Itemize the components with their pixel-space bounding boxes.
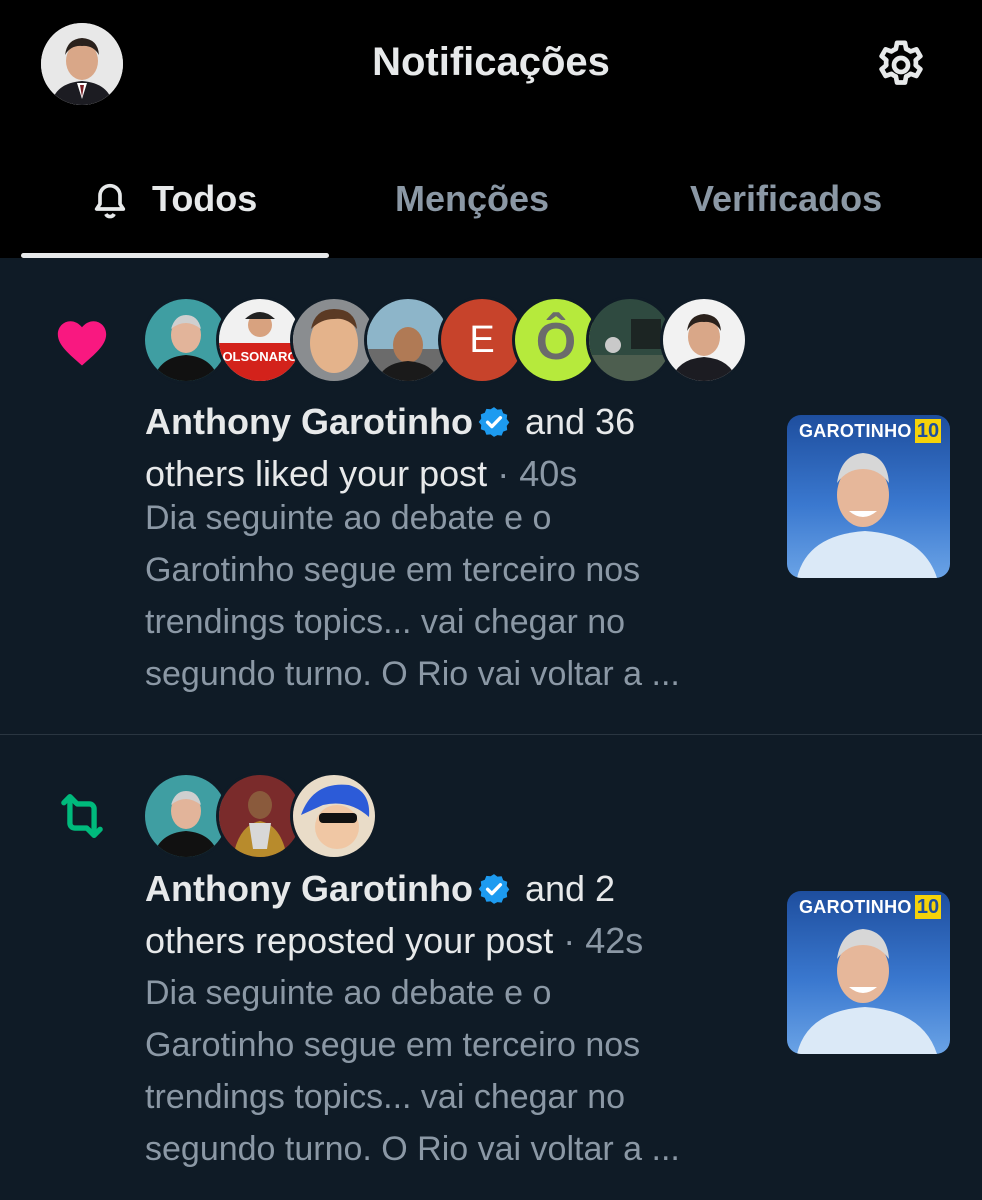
snippet-line: trendings topics... vai chegar no	[145, 1078, 626, 1116]
timestamp: · 42s	[563, 920, 644, 961]
page-title: Notificações	[372, 40, 610, 84]
avatar[interactable]	[219, 775, 301, 857]
verified-badge-icon	[477, 868, 511, 904]
actor-avatars	[145, 775, 375, 859]
post-snippet[interactable]: Dia seguinte ao debate e o Garotinho seg…	[145, 492, 765, 700]
notification-like[interactable]: OLSONARO E Ô Anthony Garotinho and 36 ot…	[0, 258, 982, 735]
post-snippet[interactable]: Dia seguinte ao debate e o Garotinho seg…	[145, 967, 765, 1175]
headline-line2: others reposted your post	[145, 920, 554, 961]
avatar[interactable]	[367, 299, 449, 381]
avatar[interactable]	[145, 299, 227, 381]
avatar-label: OLSONARO	[222, 349, 297, 364]
notification-headline: Anthony Garotinho and 36 others liked yo…	[145, 396, 765, 500]
headline-suffix: and 2	[524, 868, 616, 909]
avatar[interactable]	[589, 299, 671, 381]
tab-mencoes[interactable]: Menções	[395, 174, 549, 224]
snippet-line: segundo turno. O Rio vai voltar a ...	[145, 655, 680, 693]
actor-name[interactable]: Anthony Garotinho	[145, 401, 473, 442]
snippet-line: trendings topics... vai chegar no	[145, 603, 626, 641]
avatar[interactable]: OLSONARO	[219, 299, 301, 381]
avatar[interactable]	[293, 775, 375, 857]
avatar-initial: E	[469, 319, 495, 361]
notification-repost[interactable]: Anthony Garotinho and 2 others reposted …	[0, 735, 982, 1200]
tab-bar: Todos Menções Verificados	[0, 160, 982, 258]
top-bar: Notificações Todos Menções Verificados	[0, 0, 982, 258]
verified-badge-icon	[477, 401, 511, 437]
actor-name[interactable]: Anthony Garotinho	[145, 868, 473, 909]
post-thumbnail[interactable]: GAROTINHO 10	[787, 415, 950, 578]
thumbnail-photo	[797, 929, 937, 1054]
headline-line2: others liked your post	[145, 453, 488, 494]
avatar[interactable]	[663, 299, 745, 381]
snippet-line: Dia seguinte ao debate e o	[145, 499, 552, 537]
actor-avatars: OLSONARO E Ô	[145, 299, 745, 383]
headline-suffix: and 36	[524, 401, 636, 442]
avatar[interactable]	[145, 775, 227, 857]
avatar[interactable]: E	[441, 299, 523, 381]
snippet-line: Garotinho segue em terceiro nos	[145, 1026, 641, 1064]
tab-verificados[interactable]: Verificados	[690, 174, 882, 224]
post-thumbnail[interactable]: GAROTINHO 10	[787, 891, 950, 1054]
avatar[interactable]: Ô	[515, 299, 597, 381]
thumbnail-photo	[797, 453, 937, 578]
snippet-line: Garotinho segue em terceiro nos	[145, 551, 641, 589]
notification-headline: Anthony Garotinho and 2 others reposted …	[145, 863, 765, 967]
repost-icon	[53, 787, 111, 845]
tab-label: Menções	[395, 178, 550, 219]
settings-icon[interactable]	[873, 37, 929, 93]
bell-icon	[90, 177, 130, 221]
heart-icon	[53, 314, 111, 372]
avatar[interactable]	[293, 299, 375, 381]
snippet-line: Dia seguinte ao debate e o	[145, 974, 552, 1012]
tab-label: Todos	[152, 178, 258, 219]
avatar-initial: Ô	[535, 313, 577, 371]
tab-label: Verificados	[690, 178, 883, 219]
timestamp: · 40s	[497, 453, 578, 494]
snippet-line: segundo turno. O Rio vai voltar a ...	[145, 1130, 680, 1168]
tab-todos[interactable]: Todos	[90, 174, 257, 224]
